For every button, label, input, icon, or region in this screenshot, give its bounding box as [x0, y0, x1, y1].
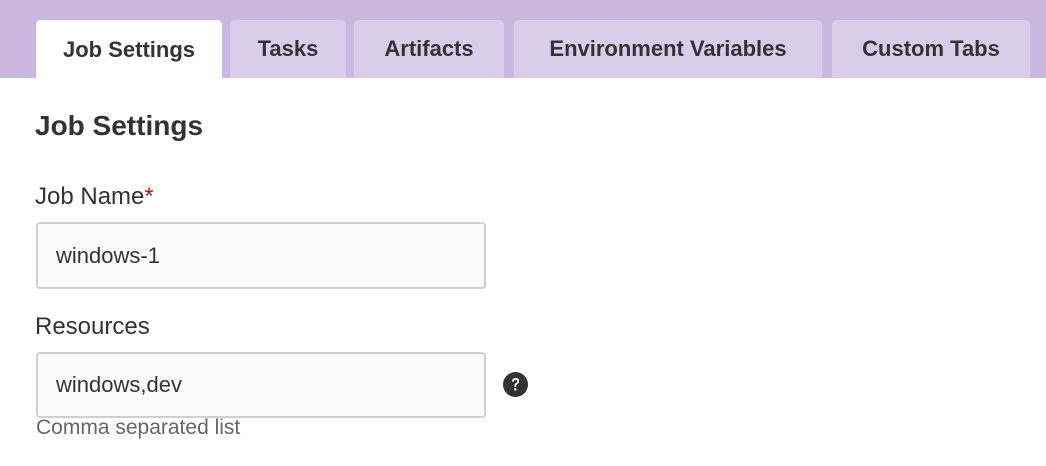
job-name-label: Job Name* — [35, 183, 154, 211]
job-name-label-text: Job Name — [35, 183, 145, 210]
tab-environment-variables[interactable]: Environment Variables — [514, 20, 822, 78]
required-marker: * — [144, 183, 154, 210]
tab-job-settings[interactable]: Job Settings — [36, 20, 222, 78]
job-name-input[interactable] — [36, 222, 486, 289]
tab-tasks[interactable]: Tasks — [230, 20, 346, 78]
resources-label: Resources — [35, 313, 150, 340]
tab-bar: Job Settings Tasks Artifacts Environment… — [0, 0, 1046, 78]
tab-custom-tabs[interactable]: Custom Tabs — [832, 20, 1030, 78]
resources-help-text: Comma separated list — [36, 416, 241, 439]
resources-input[interactable] — [36, 352, 486, 418]
question-circle-icon[interactable] — [503, 372, 528, 397]
tab-artifacts[interactable]: Artifacts — [354, 20, 504, 78]
section-title: Job Settings — [35, 110, 204, 141]
